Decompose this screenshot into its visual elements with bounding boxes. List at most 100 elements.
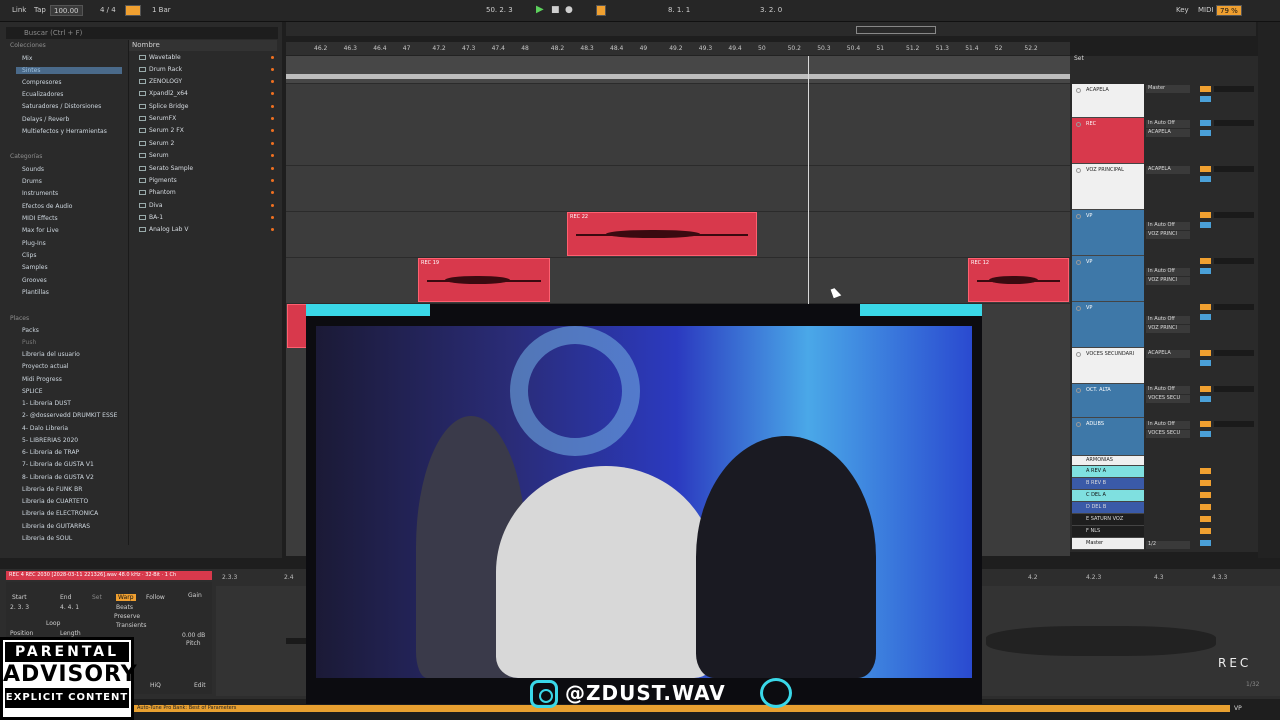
name-column-header[interactable]: Nombre [129,40,277,51]
audio-clip[interactable]: REC 22 [567,212,757,256]
place-item[interactable]: Libreria de SOUL [22,535,72,542]
plugin-item[interactable]: Serum [133,152,274,159]
loop-length[interactable]: 3. 2. 0 [760,6,782,14]
category-item[interactable]: Max for Live [22,227,59,234]
collection-item[interactable]: Compresores [22,79,62,86]
plugin-item[interactable]: ZENOLOGY [133,78,274,85]
category-item[interactable]: Plug-Ins [22,240,46,247]
plugin-item[interactable]: BA-1 [133,214,274,221]
plugin-item[interactable]: Analog Lab V [133,226,274,233]
category-item[interactable]: Drums [22,178,42,185]
warp-button[interactable]: Warp [116,594,136,601]
collection-item[interactable]: Multiefectos y Herramientas [22,128,107,135]
place-item[interactable]: 1- Libreria DUST [22,400,71,407]
place-item[interactable]: 2- @dosservedd DRUMKIT ESSE [22,412,117,419]
place-item[interactable]: 4- Dalo Libreria [22,425,68,432]
collection-item[interactable]: Saturadores / Distorsiones [22,103,101,110]
place-item[interactable]: Libreria de CUARTETO [22,498,88,505]
category-item[interactable]: Efectos de Audio [22,203,72,210]
routing-voz[interactable]: ACAPELA [1146,166,1190,175]
place-item[interactable]: Proyecto actual [22,363,68,370]
return-track[interactable]: E SATURN VOZ [1072,514,1144,526]
stop-icon[interactable]: ■ [551,5,560,15]
place-item[interactable]: SPLICE [22,388,43,395]
loop-icon[interactable] [596,5,606,16]
routing-acapela[interactable]: Master [1146,85,1190,94]
hiq-button[interactable]: HiQ [150,682,161,689]
collection-item[interactable]: Mix [22,55,32,62]
track-header-vp[interactable]: VP [1072,256,1144,302]
return-track[interactable]: F NLS [1072,526,1144,538]
routing-vp[interactable]: In Auto Off VOZ PRINCI [1146,222,1190,240]
plugin-item[interactable]: Drum Rack [133,66,274,73]
audio-clip[interactable]: REC 19 [418,258,550,302]
place-item[interactable]: Libreria de GUITARRAS [22,523,90,530]
master-track[interactable]: Master [1072,538,1144,550]
right-scrollbar[interactable] [1258,22,1280,558]
place-item[interactable]: Libreria del usuario [22,351,80,358]
song-position[interactable]: 50. 2. 3 [486,6,513,14]
audio-clip[interactable] [287,304,307,348]
category-item[interactable]: Plantillas [22,289,49,296]
routing-master[interactable]: 1/2 [1146,541,1190,550]
routing-voces[interactable]: ACAPELA [1146,350,1190,359]
place-item[interactable]: Midi Progress [22,376,62,383]
end-field[interactable]: 4. 4. 1 [60,604,79,611]
category-item[interactable]: Grooves [22,277,47,284]
place-item[interactable]: Libreria de ELECTRONICA [22,510,98,517]
return-track[interactable]: D DEL B [1072,502,1144,514]
category-item[interactable]: Clips [22,252,36,259]
arrangement-overview[interactable] [286,22,1256,36]
category-item[interactable]: Samples [22,264,48,271]
tempo-field[interactable]: 100.00 [50,5,83,16]
track-lane-voz[interactable] [286,166,1070,212]
plugin-item[interactable]: Serato Sample [133,165,274,172]
play-icon[interactable]: ▶ [536,4,544,15]
track-lane-vp2[interactable] [286,258,1070,304]
clip-title-bar[interactable]: REC 4 REC 2030 [2028-03-11 221326].wav 4… [6,571,212,580]
track-header-vp[interactable]: VP [1072,210,1144,256]
collection-item[interactable]: Delays / Reverb [22,116,69,123]
return-track[interactable]: A REV A [1072,466,1144,478]
plugin-item[interactable]: SerumFX [133,115,274,122]
track-header-oct[interactable]: OCT. ALTA [1072,384,1144,418]
preserve-select[interactable]: Transients [116,622,147,629]
overview-selection[interactable] [856,26,936,34]
plugin-item[interactable]: Wavetable [133,54,274,61]
track-header-adlibs[interactable]: ADLIBS [1072,418,1144,456]
category-item[interactable]: Sounds [22,166,44,173]
plugin-item[interactable]: Phantom [133,189,274,196]
time-signature[interactable]: 4 / 4 [100,6,116,14]
record-icon[interactable]: ● [565,5,573,15]
return-track[interactable]: C DEL A [1072,490,1144,502]
track-lane-rec[interactable] [286,120,1070,166]
place-item[interactable]: Push [22,339,36,346]
gain-value[interactable]: 0.00 dB [182,632,205,639]
place-item[interactable]: Packs [22,327,39,334]
plugin-item[interactable]: Serum 2 [133,140,274,147]
track-header-acapela[interactable]: ACAPELA [1072,84,1144,118]
plugin-item[interactable]: Pigments [133,177,274,184]
place-item[interactable]: 5- LIBRERIAS 2020 [22,437,78,444]
set-button[interactable]: Set [92,594,102,601]
link-button[interactable]: Link [12,6,26,14]
place-item[interactable]: 6- Libreria de TRAP [22,449,79,456]
return-track[interactable]: B REV B [1072,478,1144,490]
category-item[interactable]: MIDI Effects [22,215,58,222]
routing-vp[interactable]: In Auto Off VOZ PRINCI [1146,268,1190,286]
audio-clip[interactable]: REC 12 [968,258,1069,302]
track-header-rec[interactable]: REC [1072,118,1144,164]
start-field[interactable]: 2. 3. 3 [10,604,29,611]
track-header-armonias[interactable]: ARMONIAS [1072,456,1144,466]
loop-button[interactable]: Loop [46,620,60,627]
tap-button[interactable]: Tap [34,6,46,14]
plugin-item[interactable]: Splice Bridge [133,103,274,110]
quantize-menu[interactable]: 1 Bar [152,6,171,14]
plugin-item[interactable]: Diva [133,202,274,209]
midi-button[interactable]: MIDI [1198,6,1214,14]
track-header-voz[interactable]: VOZ PRINCIPAL [1072,164,1144,210]
track-lane-acapela[interactable] [286,56,1070,84]
category-item[interactable]: Instruments [22,190,58,197]
plugin-item[interactable]: Xpandl2_x64 [133,90,274,97]
metronome-button[interactable] [125,5,141,16]
